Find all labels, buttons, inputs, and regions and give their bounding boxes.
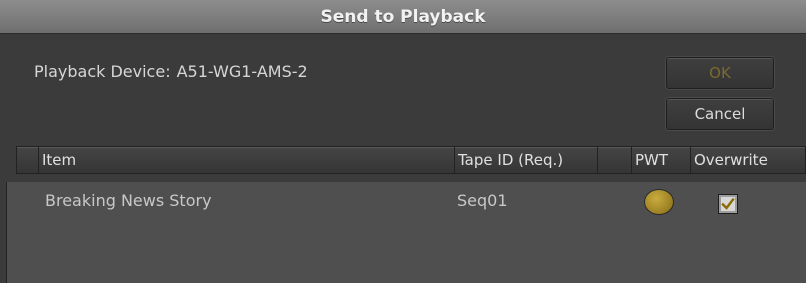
column-header-item[interactable]: Item <box>38 146 454 174</box>
pwt-circle-indicator-icon[interactable] <box>644 189 674 215</box>
column-header-tape-id-label: Tape ID (Req.) <box>458 151 564 169</box>
cancel-button[interactable]: Cancel <box>666 98 774 130</box>
table-row[interactable]: Breaking News Story Seq01 <box>7 182 806 222</box>
ok-button[interactable]: OK <box>666 57 774 89</box>
tape-id-cell[interactable]: Seq01 <box>457 191 508 210</box>
overwrite-checkbox[interactable] <box>718 194 738 214</box>
table-header: Item Tape ID (Req.) PWT Overwrite <box>16 146 806 174</box>
ok-button-label: OK <box>709 64 731 82</box>
playback-device-info: Playback Device: A51-WG1-AMS-2 <box>34 62 308 81</box>
column-header-overwrite-label: Overwrite <box>694 151 768 169</box>
column-header-spacer[interactable] <box>597 146 631 174</box>
checkmark-icon <box>721 197 735 210</box>
column-header-pwt-label: PWT <box>635 151 669 169</box>
column-header-select[interactable] <box>16 146 38 174</box>
send-to-playback-dialog: Send to Playback Playback Device: A51-WG1… <box>0 0 806 283</box>
playback-device-name: A51-WG1-AMS-2 <box>176 62 308 81</box>
column-header-tape-id[interactable]: Tape ID (Req.) <box>454 146 597 174</box>
playback-device-label: Playback Device: <box>34 62 171 81</box>
cancel-button-label: Cancel <box>694 105 746 123</box>
column-header-pwt[interactable]: PWT <box>631 146 690 174</box>
table-body: Breaking News Story Seq01 <box>6 182 806 283</box>
dialog-title: Send to Playback <box>320 6 486 27</box>
item-cell: Breaking News Story <box>45 191 212 210</box>
title-bar: Send to Playback <box>0 0 806 34</box>
column-header-item-label: Item <box>42 151 77 169</box>
column-header-overwrite[interactable]: Overwrite <box>690 146 806 174</box>
